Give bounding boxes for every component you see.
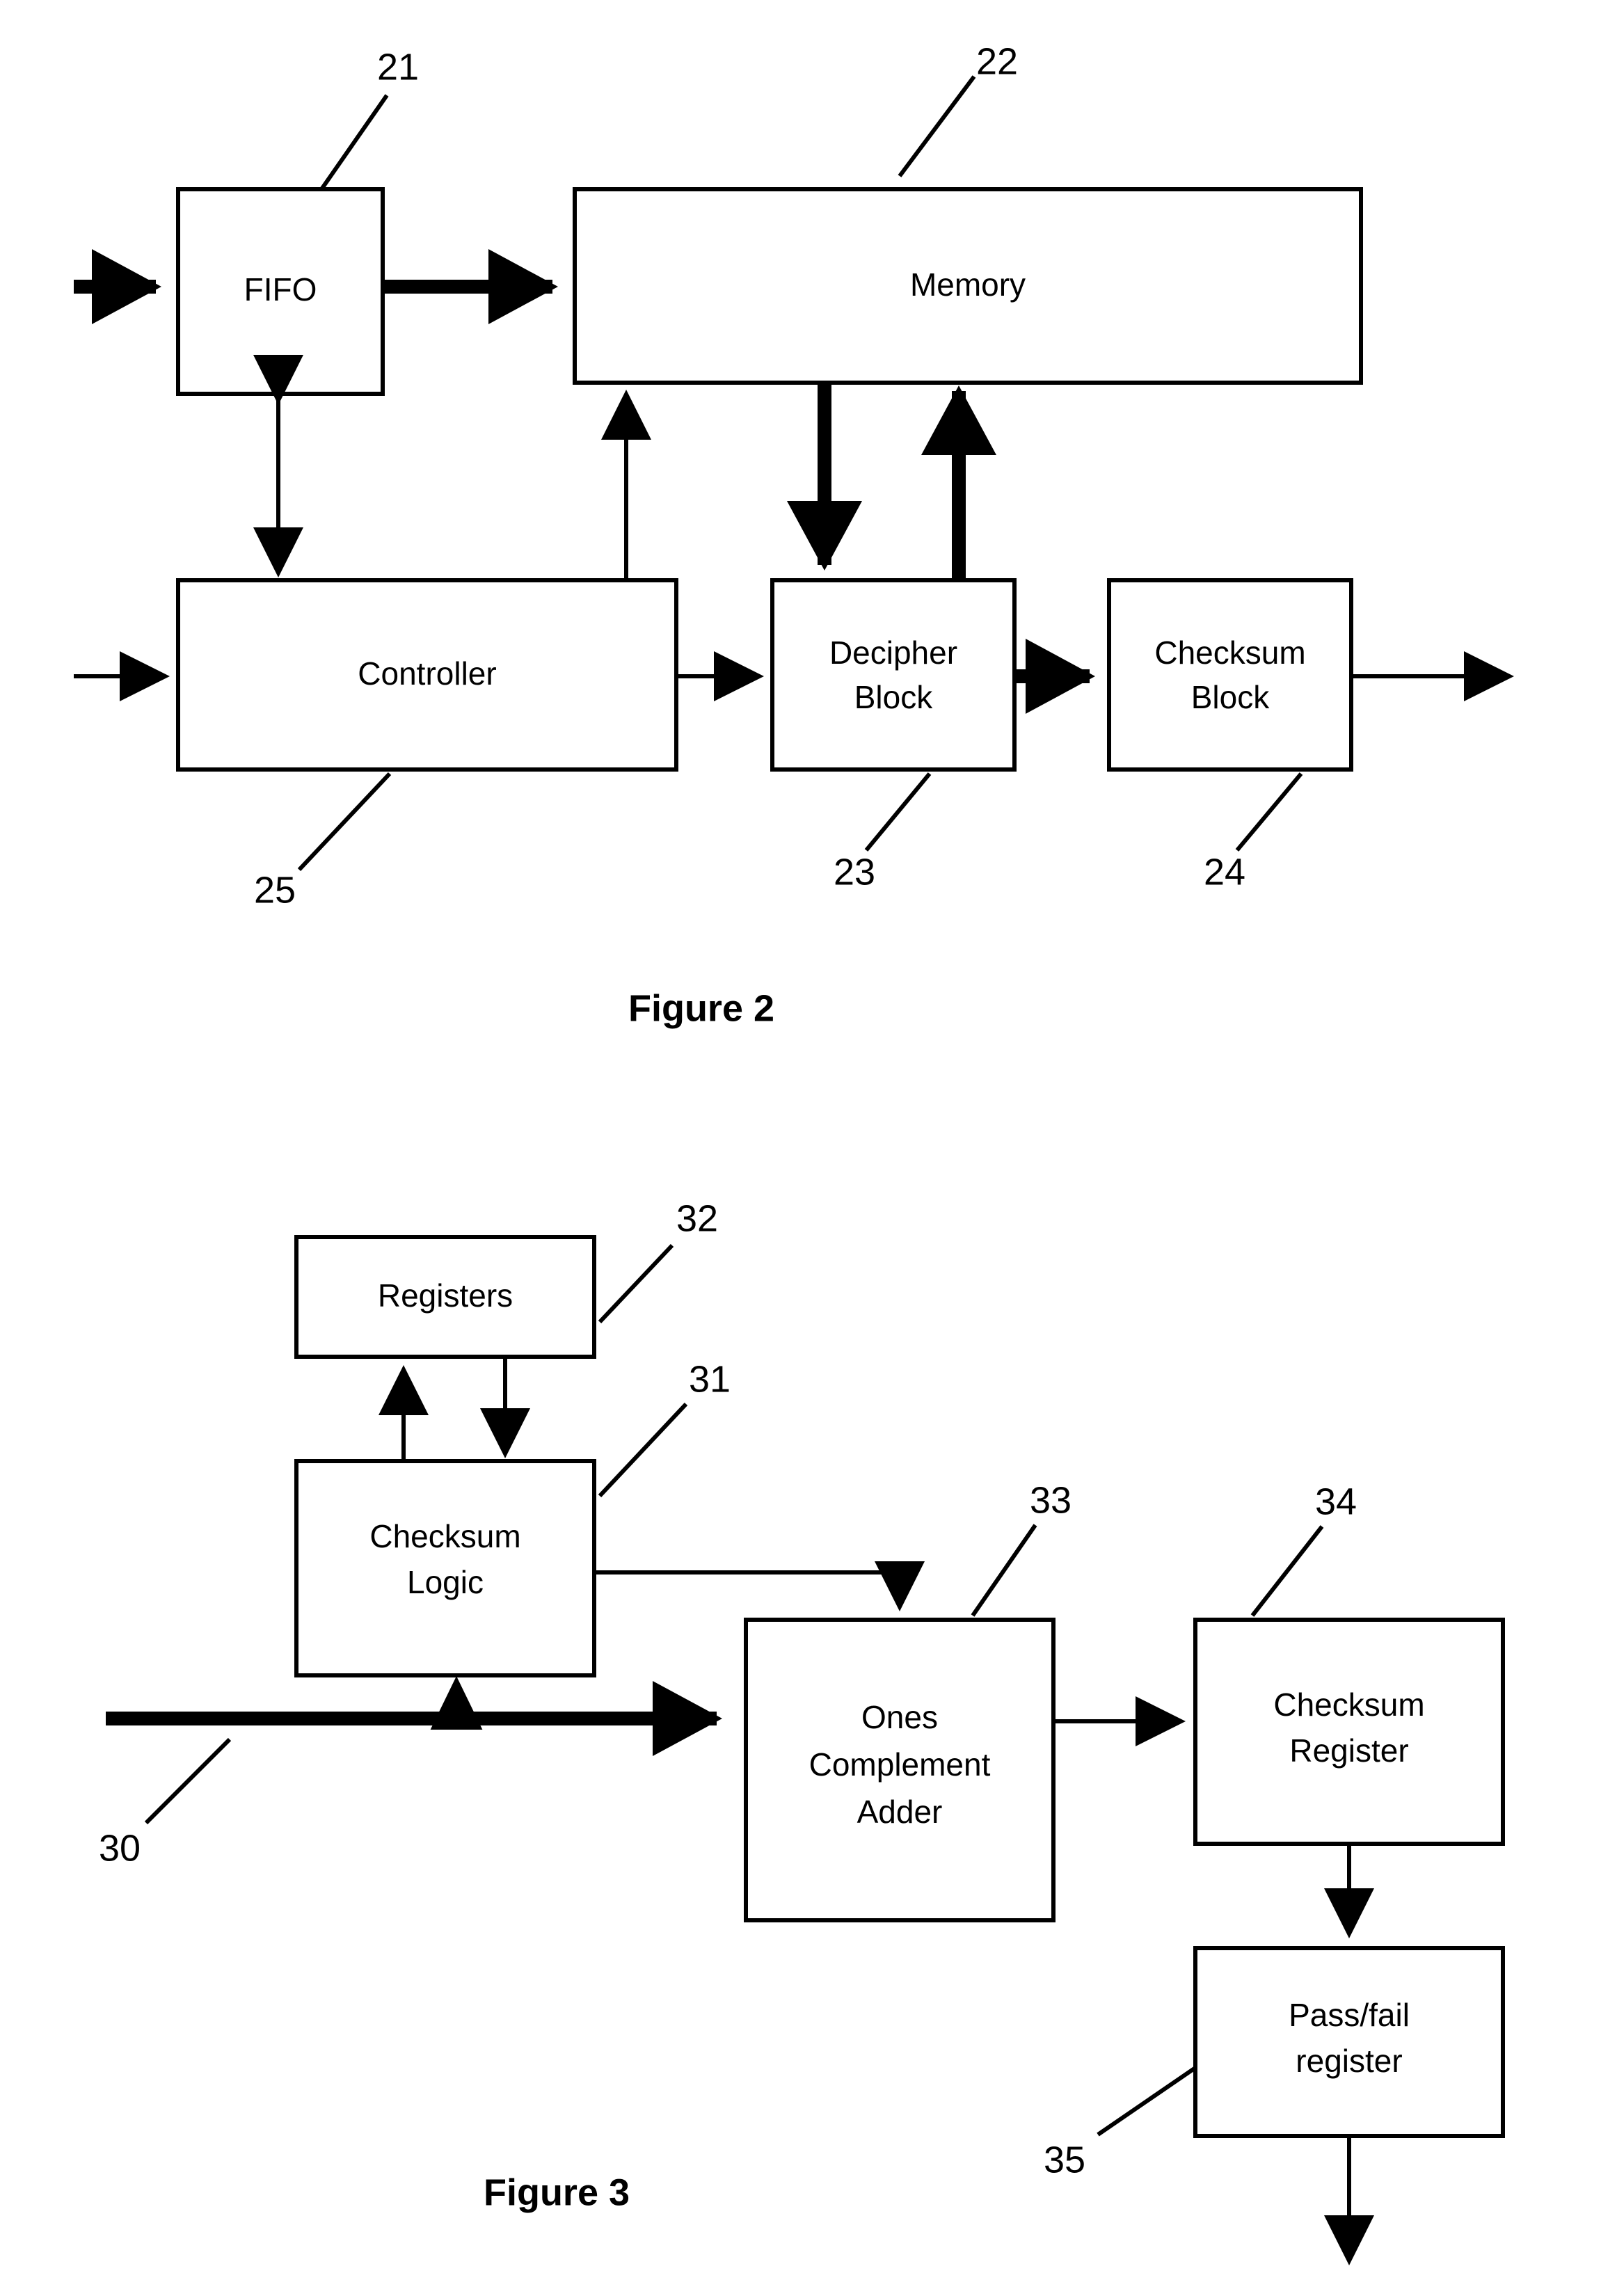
fig3-block-passfail-register: Pass/fail register xyxy=(1193,1946,1505,2138)
fig3-block-registers: Registers xyxy=(294,1235,596,1359)
figure-2-diagram: FIFO Memory Controller Decipher Block Ch… xyxy=(74,40,1514,2265)
fig2-ref-25-label: 25 xyxy=(254,869,296,911)
fig3-ones-adder-line3: Adder xyxy=(857,1794,943,1830)
fig3-ref-34: 34 xyxy=(1250,1481,1357,1617)
fig3-block-ones-complement-adder: Ones Complement Adder xyxy=(744,1618,1056,1922)
fig2-ref-21: 21 xyxy=(319,46,419,191)
fig2-ref-22: 22 xyxy=(898,40,1018,177)
fig3-ref-35-label: 35 xyxy=(1044,2139,1085,2181)
fig3-ref-32-label: 32 xyxy=(676,1197,718,1239)
fig2-block-checksum: Checksum Block xyxy=(1107,578,1353,772)
fig3-ref-35: 35 xyxy=(1044,2066,1197,2181)
fig3-ref-31: 31 xyxy=(598,1358,731,1498)
fig3-ref-30: 30 xyxy=(99,1737,232,1869)
fig3-ref-32: 32 xyxy=(598,1197,718,1324)
fig3-ref-34-label: 34 xyxy=(1315,1481,1357,1522)
fig3-ref-30-label: 30 xyxy=(99,1827,141,1869)
fig3-ones-adder-line2: Complement xyxy=(809,1746,991,1783)
fig2-decipher-label-line1: Decipher xyxy=(829,635,957,671)
fig3-checksum-register-line1: Checksum xyxy=(1273,1687,1424,1723)
fig3-passfail-register-line1: Pass/fail xyxy=(1289,1997,1410,2033)
fig2-memory-label: Memory xyxy=(910,266,1026,303)
fig2-fifo-label: FIFO xyxy=(244,271,317,308)
fig2-ref-24-label: 24 xyxy=(1204,851,1245,893)
fig3-block-checksum-register: Checksum Register xyxy=(1193,1618,1505,1846)
fig2-checksum-label-line1: Checksum xyxy=(1154,635,1305,671)
fig2-ref-24: 24 xyxy=(1204,772,1303,893)
figure-2-caption: Figure 2 xyxy=(628,987,774,1029)
fig3-conn-logic-to-adder xyxy=(596,1561,925,1611)
fig2-ref-21-label: 21 xyxy=(377,46,419,88)
fig3-checksum-logic-line2: Logic xyxy=(407,1564,484,1600)
fig3-ref-31-label: 31 xyxy=(689,1358,731,1400)
fig2-ref-23: 23 xyxy=(834,772,932,893)
fig3-ref-33: 33 xyxy=(971,1479,1072,1617)
fig2-ref-25: 25 xyxy=(254,772,392,911)
fig2-checksum-label-line2: Block xyxy=(1191,679,1270,715)
patent-drawing-sheet: FIFO Memory Controller Decipher Block Ch… xyxy=(0,0,1601,2296)
fig2-decipher-label-line2: Block xyxy=(854,679,933,715)
fig3-ref-33-label: 33 xyxy=(1030,1479,1072,1521)
fig3-block-checksum-logic: Checksum Logic xyxy=(294,1459,596,1677)
fig3-checksum-register-line2: Register xyxy=(1289,1732,1408,1769)
fig2-block-controller: Controller xyxy=(176,578,678,772)
fig3-checksum-logic-line1: Checksum xyxy=(369,1518,520,1554)
fig2-block-fifo: FIFO xyxy=(176,187,385,396)
figure-3-caption: Figure 3 xyxy=(484,2171,630,2213)
fig3-registers-label: Registers xyxy=(378,1277,513,1314)
fig2-block-decipher: Decipher Block xyxy=(770,578,1017,772)
fig2-ref-22-label: 22 xyxy=(976,40,1018,82)
fig3-ones-adder-line1: Ones xyxy=(861,1699,938,1735)
fig2-ref-23-label: 23 xyxy=(834,851,875,893)
fig2-controller-label: Controller xyxy=(358,655,496,692)
fig2-block-memory: Memory xyxy=(573,187,1363,385)
fig3-passfail-register-line2: register xyxy=(1296,2043,1402,2079)
